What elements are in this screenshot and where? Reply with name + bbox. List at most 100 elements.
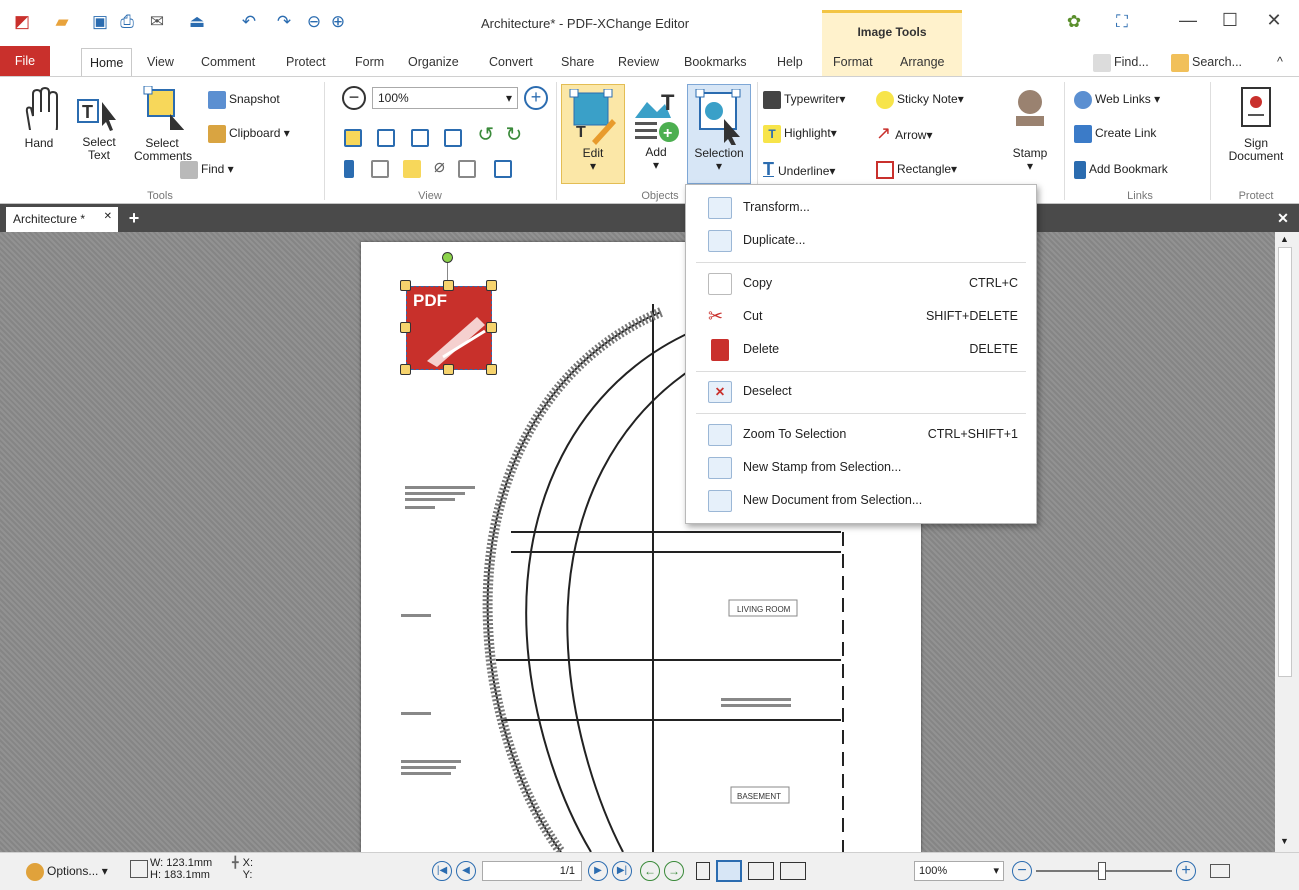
selected-image-object[interactable]: PDF [406, 286, 492, 370]
collapse-ribbon-icon[interactable]: ^ [1270, 50, 1290, 74]
tab-file[interactable]: File [0, 46, 50, 76]
snapshot-button[interactable]: Snapshot [208, 88, 280, 110]
edit-button[interactable]: T Edit ▾ [561, 84, 625, 184]
clipboard-button[interactable]: Clipboard ▾ [208, 122, 290, 144]
minimize-button[interactable]: — [1168, 10, 1208, 34]
resize-handle[interactable] [400, 364, 411, 375]
resize-handle[interactable] [443, 280, 454, 291]
menu-item-delete[interactable]: Delete DELETE [686, 333, 1036, 365]
tab-format[interactable]: Format [826, 50, 880, 74]
menu-item-cut[interactable]: ✂ Cut SHIFT+DELETE [686, 300, 1036, 332]
pages-icon[interactable] [371, 159, 390, 178]
next-page-icon[interactable]: ▶ [588, 861, 608, 881]
add-bookmark-button[interactable]: Add Bookmark [1074, 158, 1168, 180]
undo-icon[interactable]: ↶ [237, 10, 261, 34]
attachment-icon[interactable]: ⌀ [434, 156, 445, 176]
menu-item-new-document[interactable]: New Document from Selection... [686, 484, 1036, 516]
search-button[interactable]: Search... [1164, 50, 1249, 74]
maximize-button[interactable]: ☐ [1210, 10, 1250, 34]
scan-icon[interactable]: ⏏ [185, 10, 209, 34]
add-button[interactable]: T + Add ▾ [627, 84, 685, 184]
tab-convert[interactable]: Convert [482, 50, 540, 74]
tab-bookmarks[interactable]: Bookmarks [677, 50, 754, 74]
fit-visible-icon[interactable] [444, 128, 463, 147]
close-tab-icon[interactable]: ✕ [104, 204, 112, 229]
find-menu-button[interactable]: Find ▾ [180, 158, 234, 180]
tab-view[interactable]: View [140, 50, 181, 74]
actual-size-icon[interactable] [344, 128, 362, 147]
hand-button[interactable]: Hand [14, 86, 64, 150]
redo-icon[interactable]: ↷ [272, 10, 296, 34]
stamp-button[interactable]: Stamp ▾ [1000, 86, 1060, 173]
resize-handle[interactable] [486, 280, 497, 291]
tab-organize[interactable]: Organize [401, 50, 466, 74]
close-window-button[interactable]: ✕ [1254, 10, 1294, 34]
create-link-button[interactable]: Create Link [1074, 122, 1156, 144]
resize-handle[interactable] [443, 364, 454, 375]
resize-handle[interactable] [486, 322, 497, 333]
layers-icon[interactable] [458, 159, 477, 178]
menu-item-deselect[interactable]: ✕ Deselect [686, 375, 1036, 407]
rotate-left-icon[interactable]: ↺ [477, 124, 494, 146]
menu-item-transform[interactable]: Transform... [686, 191, 1036, 223]
tab-help[interactable]: Help [770, 50, 810, 74]
rotate-right-icon[interactable]: ↻ [505, 124, 522, 146]
new-tab-icon[interactable]: + [124, 208, 144, 228]
arrow-button[interactable]: ↗ Arrow▾ [876, 122, 932, 144]
status-zoom-in-icon[interactable]: + [1176, 861, 1196, 881]
customize-icon[interactable]: ✿ [1062, 10, 1086, 34]
bookmark-icon[interactable] [344, 159, 354, 178]
scroll-up-icon[interactable]: ▲ [1280, 234, 1289, 244]
back-icon[interactable]: ⊖ [302, 10, 326, 34]
resize-handle[interactable] [400, 322, 411, 333]
menu-item-duplicate[interactable]: Duplicate... [686, 224, 1036, 256]
rotate-handle[interactable] [442, 252, 453, 263]
tab-comment[interactable]: Comment [194, 50, 262, 74]
select-comments-button[interactable]: Select Comments [132, 85, 192, 163]
selection-button[interactable]: Selection ▾ [687, 84, 751, 184]
close-document-icon[interactable]: ✕ [1272, 208, 1294, 228]
tab-protect[interactable]: Protect [279, 50, 333, 74]
continuous-facing-icon[interactable] [780, 862, 806, 880]
continuous-page-icon[interactable] [716, 860, 742, 882]
highlight-button[interactable]: T Highlight▾ [763, 122, 837, 144]
document-tab[interactable]: Architecture * ✕ [6, 207, 118, 232]
nav-back-icon[interactable]: ← [640, 861, 660, 881]
facing-pages-icon[interactable] [748, 862, 774, 880]
web-links-button[interactable]: Web Links ▾ [1074, 88, 1160, 110]
find-button[interactable]: Find... [1086, 50, 1156, 74]
status-zoom-combo[interactable]: 100% ▾ [914, 861, 1004, 881]
tab-home[interactable]: Home [81, 48, 133, 76]
menu-item-copy[interactable]: Copy CTRL+C [686, 267, 1036, 299]
options-button[interactable]: Options... ▾ [26, 860, 108, 882]
menu-item-new-stamp[interactable]: New Stamp from Selection... [686, 451, 1036, 483]
zoom-slider-thumb[interactable] [1098, 862, 1106, 880]
fit-page-icon[interactable] [377, 128, 396, 147]
forward-icon[interactable]: ⊕ [326, 10, 350, 34]
single-page-icon[interactable] [696, 862, 710, 880]
menu-item-zoom-to-selection[interactable]: Zoom To Selection CTRL+SHIFT+1 [686, 418, 1036, 450]
tab-share[interactable]: Share [554, 50, 601, 74]
print-icon[interactable]: ⎙ [115, 10, 139, 34]
underline-button[interactable]: T Underline▾ [763, 158, 835, 180]
status-zoom-out-icon[interactable]: − [1012, 861, 1032, 881]
fit-width-icon[interactable] [410, 128, 429, 147]
tab-form[interactable]: Form [348, 50, 391, 74]
tab-arrange[interactable]: Arrange [893, 50, 951, 74]
resize-handle[interactable] [400, 280, 411, 291]
zoom-combo[interactable]: 100% ▾ [372, 87, 518, 109]
fullscreen-status-icon[interactable] [1210, 864, 1230, 878]
sign-document-button[interactable]: Sign Document [1216, 86, 1296, 163]
zoom-in-icon[interactable]: + [524, 86, 548, 110]
sticky-note-button[interactable]: Sticky Note▾ [876, 88, 964, 110]
scroll-down-icon[interactable]: ▼ [1280, 836, 1289, 846]
comments-icon[interactable] [402, 159, 421, 178]
first-page-icon[interactable]: |◀ [432, 861, 452, 881]
rectangle-button[interactable]: Rectangle▾ [876, 158, 957, 180]
tab-review[interactable]: Review [611, 50, 666, 74]
last-page-icon[interactable]: ▶| [612, 861, 632, 881]
page-number-input[interactable]: 1/1 [482, 861, 582, 881]
prev-page-icon[interactable]: ◀ [456, 861, 476, 881]
typewriter-button[interactable]: Typewriter▾ [763, 88, 845, 110]
open-icon[interactable]: ▰ [50, 10, 74, 34]
